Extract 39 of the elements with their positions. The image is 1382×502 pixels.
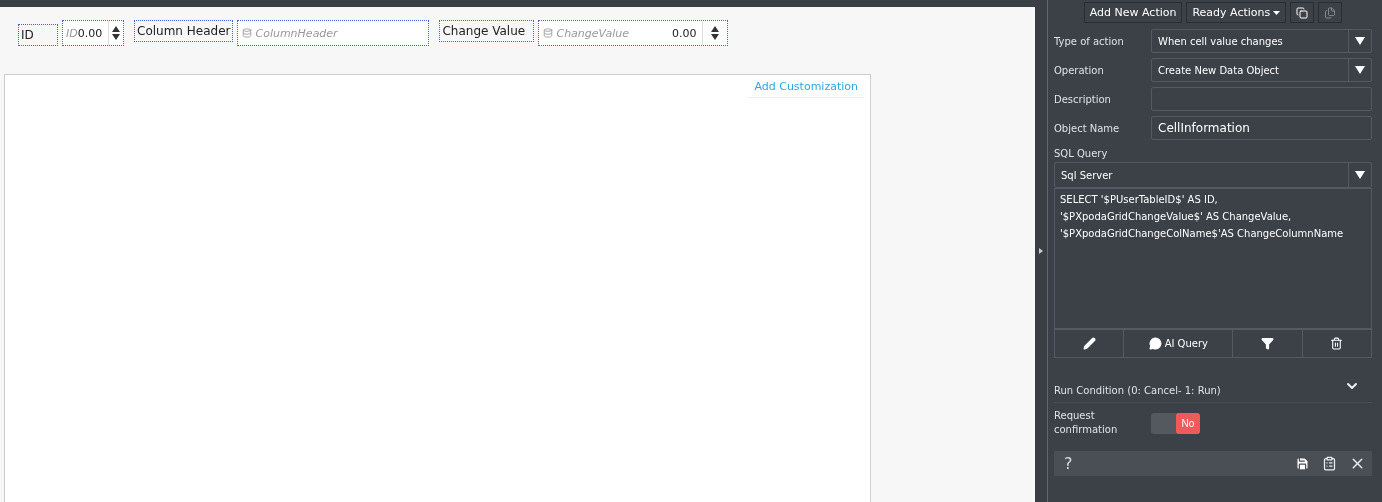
dropdown-arrow-icon[interactable] (1355, 171, 1365, 179)
dropdown[interactable]: Create New Data Object (1151, 58, 1372, 82)
field-label: Column Header (134, 20, 234, 42)
ready-actions-button[interactable]: Ready Actions (1186, 2, 1287, 23)
dropdown-arrow-icon[interactable] (1355, 37, 1365, 45)
dropdown-arrow-icon[interactable] (1355, 66, 1365, 74)
files-icon (1324, 6, 1337, 19)
pen-icon (1082, 337, 1096, 350)
save-icon[interactable] (1295, 456, 1310, 471)
dropdown[interactable]: Sql Server (1054, 162, 1372, 188)
field-label: SQL Query (1054, 148, 1109, 159)
field-label: Object Name (1054, 122, 1121, 134)
speech-bubble-icon (1148, 337, 1162, 350)
field-label: Type of action (1054, 35, 1125, 47)
input-field[interactable]: CellInformation (1151, 116, 1372, 140)
field-label: Request confirmation (1054, 409, 1119, 437)
input-field[interactable]: ChangeValue 0.00 (538, 20, 729, 46)
field-label: Operation (1054, 64, 1105, 76)
spinner-icon[interactable] (711, 26, 720, 40)
filter-icon (1260, 337, 1274, 350)
dropdown[interactable]: When cell value changes (1151, 29, 1372, 53)
spinner-icon[interactable] (112, 26, 121, 40)
copy-button[interactable] (1290, 2, 1315, 23)
database-icon (242, 28, 253, 38)
trash-icon (1330, 337, 1344, 350)
field-label: Description (1054, 93, 1112, 105)
expand-arrow-icon[interactable] (1039, 248, 1043, 254)
caret-icon (1273, 10, 1281, 15)
field-label: ID (18, 24, 58, 46)
input-field[interactable]: ID0.00 (62, 20, 124, 46)
query-editor[interactable]: SELECT '$PUserTableID$' AS ID, '$PXpodaGridChangeValue$' AS ChangeValue, '$PXpodaGridChangeColName$'AS ChangeColumnName (1054, 188, 1372, 329)
add-action-button[interactable]: Add New Action (1083, 2, 1183, 23)
help-button[interactable]: ? (1064, 454, 1073, 473)
field-label: Change Value (439, 20, 535, 42)
database-icon (543, 28, 554, 38)
copy-icon (1296, 6, 1309, 19)
run-condition-label: Run Condition (0: Cancel- 1: Run) (1054, 385, 1221, 396)
input-field[interactable] (1151, 87, 1372, 111)
clipboard-icon[interactable] (1322, 456, 1337, 471)
